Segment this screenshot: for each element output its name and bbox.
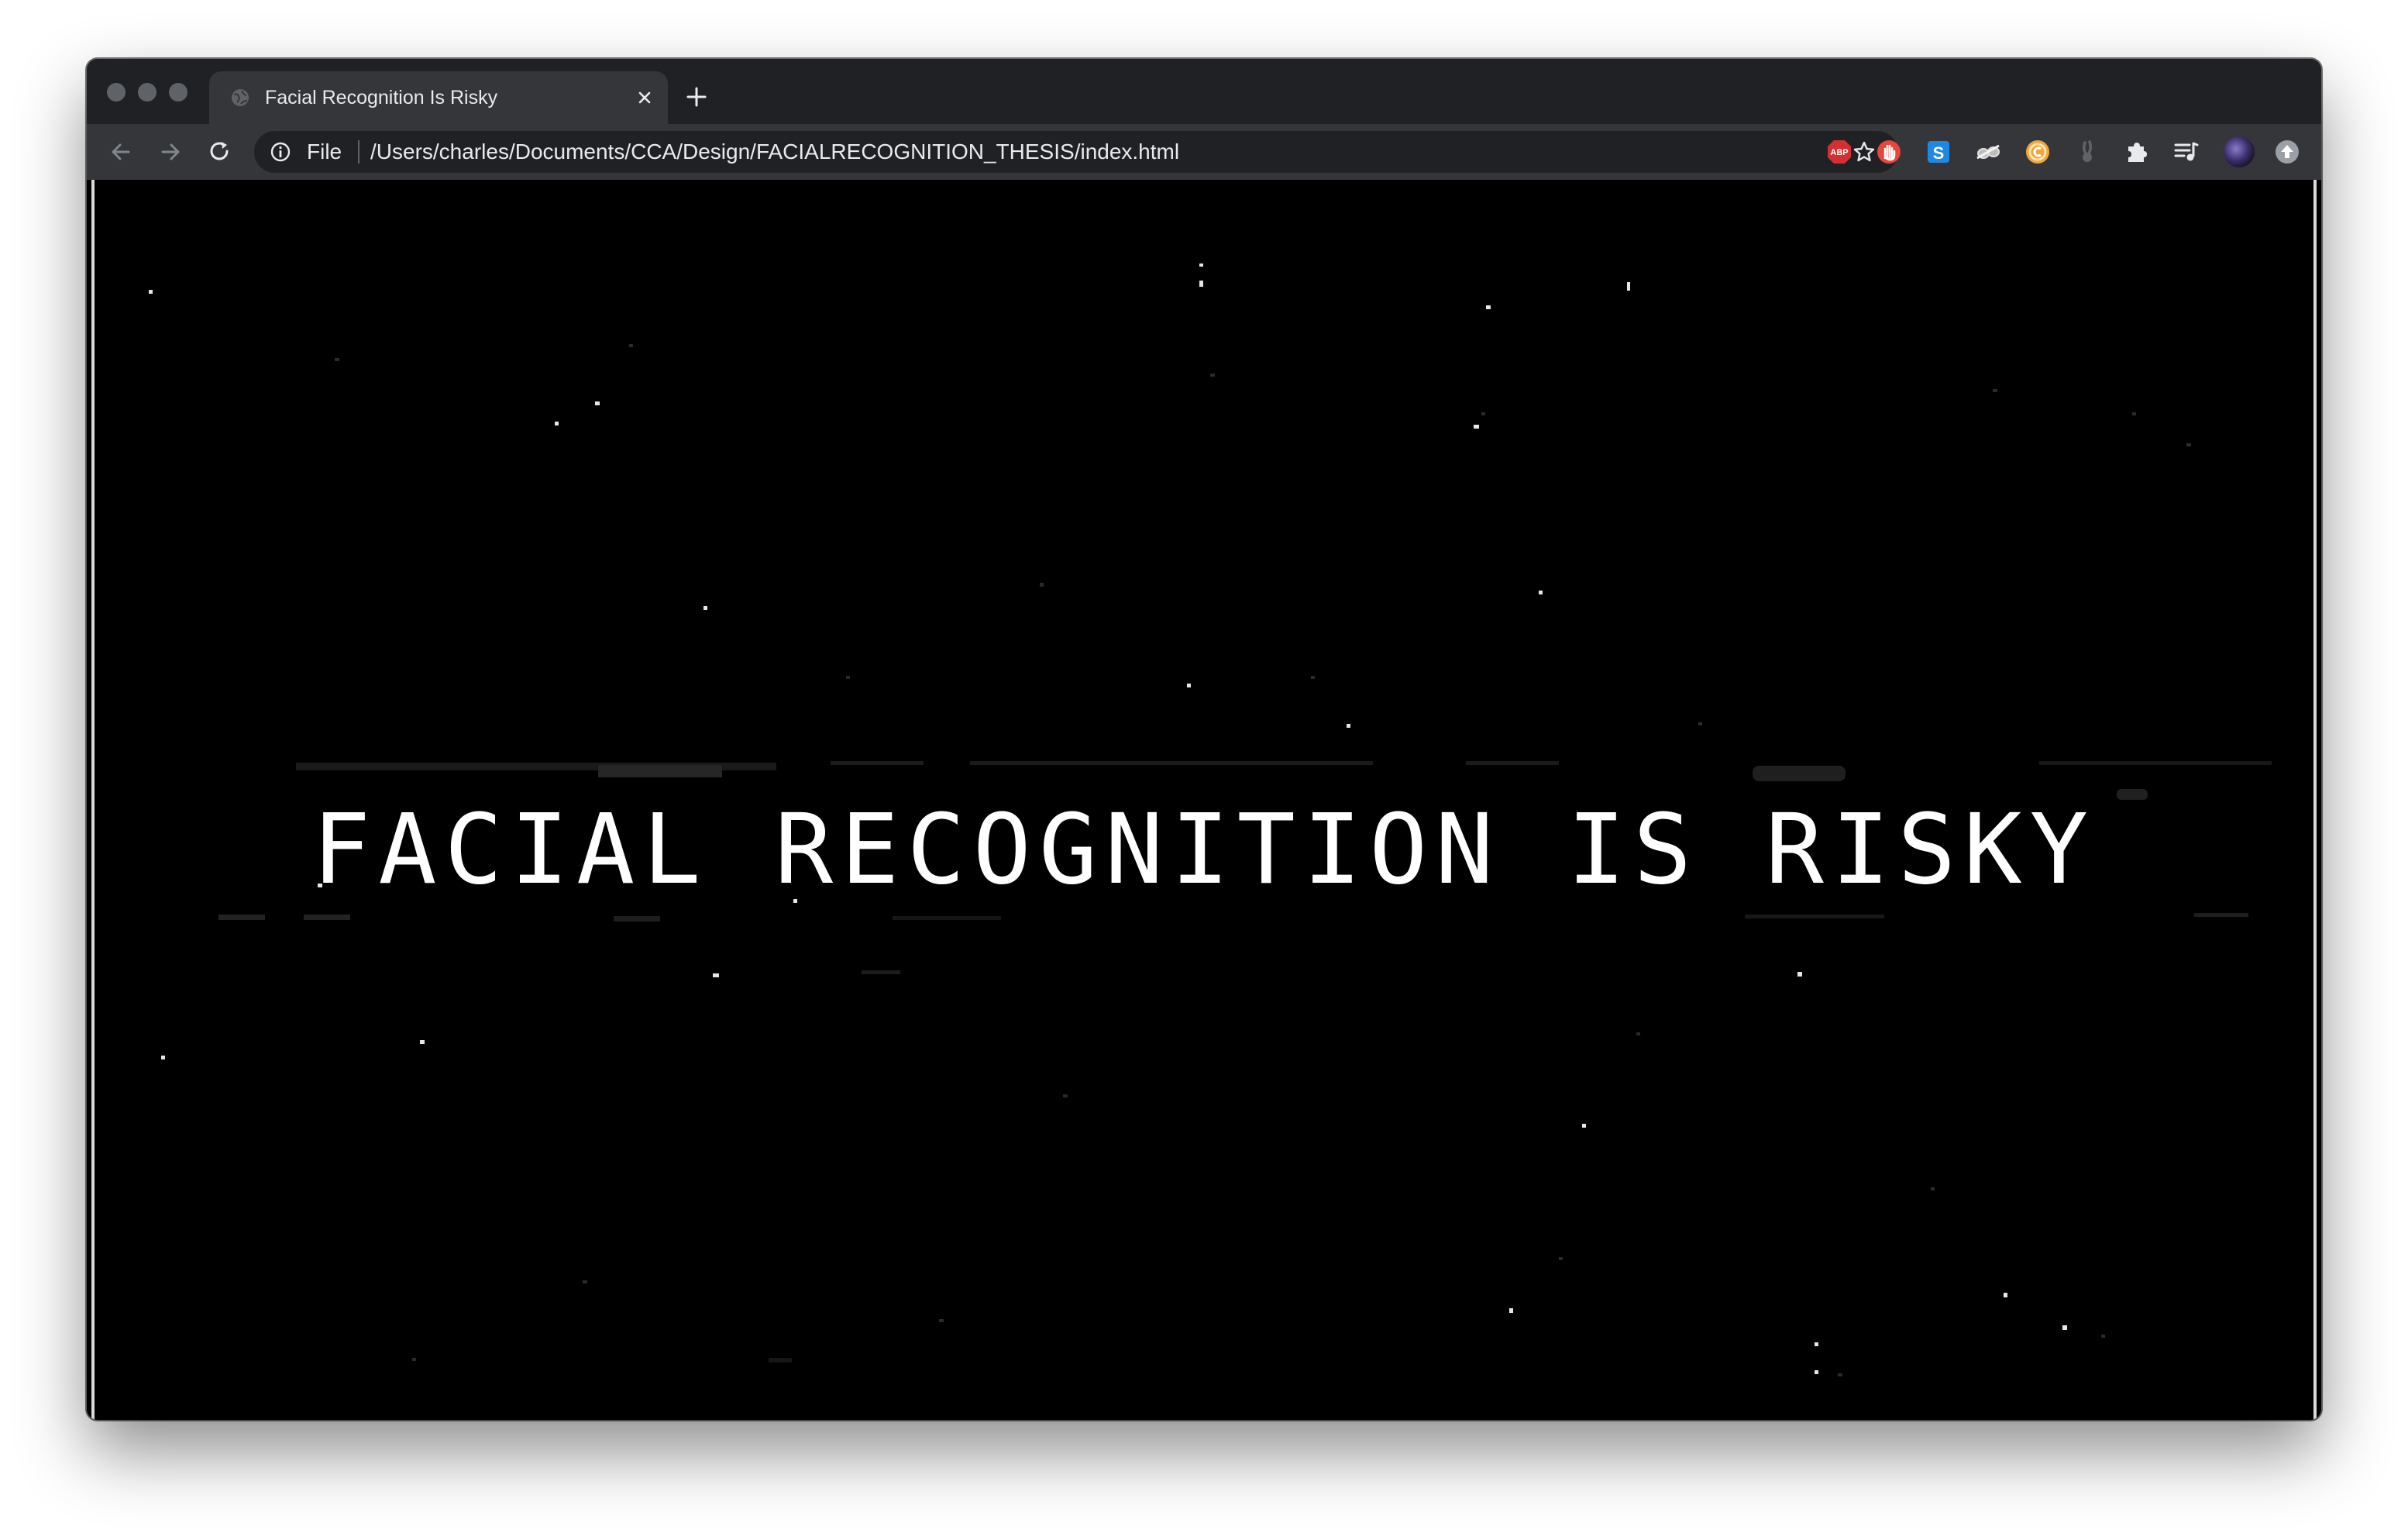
browser-window: Facial Recognition Is Risky File /Users/… — [87, 59, 2321, 1420]
puzzle-icon[interactable] — [2123, 138, 2151, 166]
bookmark-star-icon[interactable] — [1852, 140, 1877, 164]
window-maximize-button[interactable] — [169, 83, 187, 102]
back-arrow-icon[interactable] — [107, 138, 135, 166]
coin-icon[interactable] — [2024, 138, 2052, 166]
bunny-icon[interactable] — [2073, 138, 2101, 166]
adblock-plus-icon[interactable]: ABP — [1825, 138, 1853, 166]
update-arrow-icon[interactable] — [2273, 138, 2301, 166]
page-viewport: FACIAL RECOGNITION IS RISKY — [87, 180, 2321, 1420]
forward-arrow-icon[interactable] — [157, 138, 184, 166]
tab-facial-recognition[interactable]: Facial Recognition Is Risky — [209, 71, 668, 124]
s-extension-label: S — [1933, 143, 1945, 163]
tab-title: Facial Recognition Is Risky — [265, 87, 498, 109]
address-bar[interactable]: File /Users/charles/Documents/CCA/Design… — [254, 131, 1898, 173]
profile-avatar[interactable] — [2224, 136, 2255, 167]
media-queue-icon[interactable] — [2172, 138, 2200, 166]
new-tab-plus-icon[interactable] — [683, 84, 710, 110]
reload-icon[interactable] — [206, 138, 234, 166]
tab-strip: Facial Recognition Is Risky — [87, 59, 2321, 124]
goggles-icon[interactable] — [1974, 138, 2002, 166]
globe-icon — [229, 87, 251, 109]
window-close-button[interactable] — [107, 83, 126, 102]
page-headline: FACIAL RECOGNITION IS RISKY — [312, 794, 2096, 906]
browser-toolbar: File /Users/charles/Documents/CCA/Design… — [87, 124, 2321, 180]
info-icon[interactable] — [270, 141, 291, 163]
url-scheme-label: File — [307, 140, 342, 164]
url-text[interactable]: /Users/charles/Documents/CCA/Design/FACI… — [370, 140, 1179, 164]
s-extension-icon[interactable]: S — [1925, 138, 1952, 166]
window-minimize-button[interactable] — [138, 83, 157, 102]
stop-hand-icon[interactable] — [1875, 138, 1903, 166]
abp-label: ABP — [1830, 148, 1848, 157]
address-bar-divider — [358, 140, 359, 164]
close-tab-icon[interactable] — [634, 87, 655, 109]
